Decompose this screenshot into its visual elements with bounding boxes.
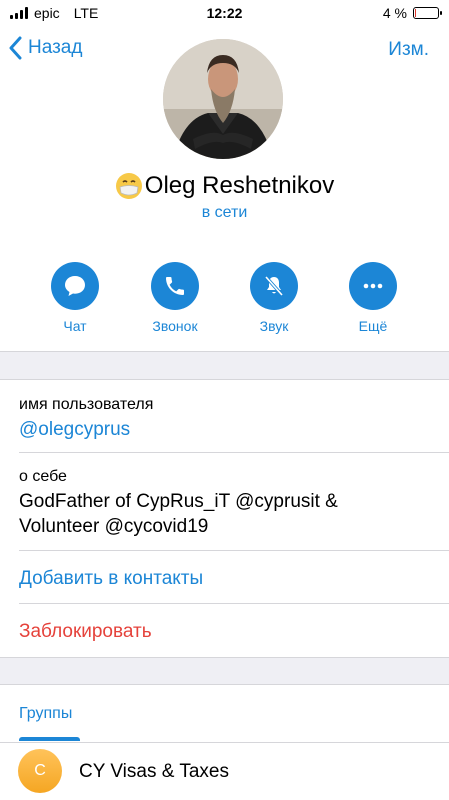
username-value[interactable]: @olegcyprus — [19, 419, 130, 441]
divider — [19, 452, 449, 453]
chat-button-label: Чат — [63, 318, 87, 334]
face-mask-emoji-icon — [115, 173, 142, 199]
about-label: о себе — [19, 468, 67, 485]
section-separator — [0, 351, 449, 380]
mute-button-circle — [250, 262, 298, 310]
back-label: Назад — [28, 37, 83, 58]
divider — [19, 550, 449, 551]
more-dots-icon — [363, 283, 383, 289]
tab-groups[interactable]: Группы — [19, 705, 72, 723]
chevron-left-icon — [9, 36, 22, 60]
battery-percent: 4 % — [382, 5, 407, 21]
phone-icon — [166, 277, 184, 295]
status-time: 12:22 — [206, 5, 243, 21]
status-bar: epic LTE 12:22 4 % — [0, 0, 449, 26]
action-buttons: Чат Звонок Звук Ещё — [0, 262, 449, 342]
more-button-label: Ещё — [358, 318, 388, 334]
add-to-contacts-button[interactable]: Добавить в контакты — [19, 568, 203, 590]
about-line-2: Volunteer @cycovid19 — [19, 516, 209, 537]
more-button-circle — [349, 262, 397, 310]
group-title: CY Visas & Taxes — [79, 761, 229, 782]
mute-button-label: Звук — [259, 318, 289, 334]
bell-muted-icon — [264, 275, 284, 297]
back-button[interactable]: Назад — [8, 36, 82, 60]
profile-avatar[interactable] — [163, 39, 283, 159]
profile-photo — [163, 39, 283, 159]
chat-bubble-icon — [65, 276, 85, 296]
profile-name: Oleg Reshetnikov — [144, 172, 335, 199]
profile-name-row: Oleg Reshetnikov — [0, 172, 449, 200]
status-right: 4 % — [382, 5, 442, 21]
battery-icon — [413, 7, 442, 19]
divider — [19, 603, 449, 604]
call-button-label: Звонок — [152, 318, 198, 334]
more-button[interactable]: Ещё — [333, 262, 413, 334]
list-item[interactable]: C CY Visas & Taxes — [0, 742, 449, 800]
username-label: имя пользователя — [19, 396, 154, 413]
block-button[interactable]: Заблокировать — [19, 621, 152, 643]
group-avatar: C — [18, 749, 62, 793]
mute-button[interactable]: Звук — [234, 262, 314, 334]
tab-indicator — [19, 737, 80, 741]
call-button[interactable]: Звонок — [135, 262, 215, 334]
about-line-1: GodFather of CypRus_iT @cyprusit & — [19, 491, 338, 512]
chat-button[interactable]: Чат — [35, 262, 115, 334]
call-button-circle — [151, 262, 199, 310]
battery-fill — [415, 9, 416, 17]
chat-button-circle — [51, 262, 99, 310]
online-status: в сети — [201, 204, 248, 221]
section-separator — [0, 657, 449, 685]
edit-button[interactable]: Изм. — [388, 39, 429, 61]
